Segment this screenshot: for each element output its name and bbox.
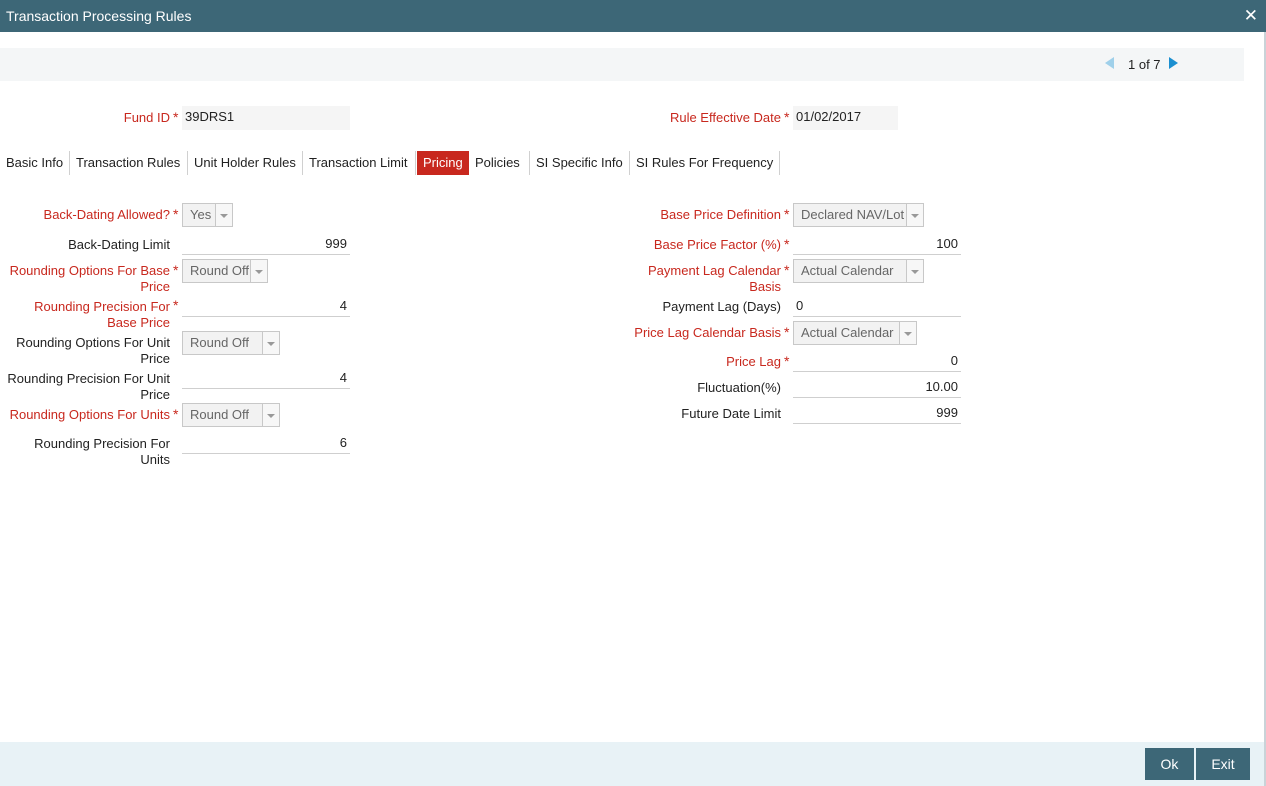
tab-unit-holder-rules[interactable]: Unit Holder Rules xyxy=(188,151,303,175)
rounding-options-units-label: Rounding Options For Units xyxy=(9,407,170,422)
chevron-down-icon[interactable] xyxy=(899,322,916,344)
required-marker: * xyxy=(173,406,179,422)
label-line: Rounding Options For Unit xyxy=(16,335,170,350)
select-value: Actual Calendar xyxy=(801,263,894,278)
footer-bar xyxy=(0,742,1264,786)
fluctuation-field[interactable]: 10.00 xyxy=(793,376,961,398)
rounding-precision-units-label: Rounding Precision For Units xyxy=(0,436,170,468)
payment-lag-calendar-basis-label: Payment Lag Calendar Basis xyxy=(560,263,781,295)
fund-id-field[interactable]: 39DRS1 xyxy=(182,106,350,130)
price-lag-calendar-basis-label: Price Lag Calendar Basis xyxy=(634,325,781,340)
required-marker: * xyxy=(784,236,790,252)
close-icon[interactable]: ✕ xyxy=(1244,6,1258,26)
required-marker: * xyxy=(173,109,179,125)
tab-transaction-limit[interactable]: Transaction Limit xyxy=(303,151,416,175)
fluctuation-label: Fluctuation(%) xyxy=(697,380,781,395)
select-value: Actual Calendar xyxy=(801,325,894,340)
required-marker: * xyxy=(173,206,179,222)
price-lag-label: Price Lag xyxy=(726,354,781,369)
base-price-factor-field[interactable]: 100 xyxy=(793,233,961,255)
base-price-factor-label: Base Price Factor (%) xyxy=(653,237,781,252)
rounding-options-base-price-select[interactable]: Round Off xyxy=(182,259,268,283)
rounding-precision-unit-price-field[interactable]: 4 xyxy=(182,367,350,389)
payment-lag-days-label: Payment Lag (Days) xyxy=(662,299,782,314)
tab-pricing[interactable]: Pricing xyxy=(417,151,469,175)
label-line: Price xyxy=(140,279,170,294)
rounding-options-unit-price-label: Rounding Options For Unit Price xyxy=(0,335,170,367)
price-lag-calendar-basis-select[interactable]: Actual Calendar xyxy=(793,321,917,345)
select-value: Round Off xyxy=(190,407,250,422)
label-line: Basis xyxy=(749,279,781,294)
chevron-down-icon[interactable] xyxy=(906,260,923,282)
required-marker: * xyxy=(784,324,790,340)
fund-id-label: Fund ID xyxy=(123,110,170,125)
record-pager: 1 of 7 xyxy=(0,48,1244,81)
tab-si-specific-info[interactable]: SI Specific Info xyxy=(530,151,630,175)
label-line: Rounding Options For Base xyxy=(9,263,170,278)
price-lag-field[interactable]: 0 xyxy=(793,350,961,372)
pager-text: 1 of 7 xyxy=(1128,57,1161,72)
back-dating-limit-field[interactable]: 999 xyxy=(182,233,350,255)
previous-record-icon[interactable] xyxy=(1105,57,1114,69)
label-line: Base Price xyxy=(107,315,170,330)
required-marker: * xyxy=(784,109,790,125)
required-marker: * xyxy=(784,262,790,278)
rounding-options-base-price-label: Rounding Options For Base Price xyxy=(0,263,170,295)
rounding-precision-unit-price-label: Rounding Precision For Unit Price xyxy=(0,371,170,403)
ok-button[interactable]: Ok xyxy=(1145,748,1194,780)
rule-effective-date-label: Rule Effective Date xyxy=(669,110,781,125)
required-marker: * xyxy=(173,262,179,278)
chevron-down-icon[interactable] xyxy=(262,404,279,426)
payment-lag-days-field[interactable]: 0 xyxy=(793,295,961,317)
select-value: Declared NAV/Lot xyxy=(801,207,905,222)
back-dating-allowed-select[interactable]: Yes xyxy=(182,203,233,227)
required-marker: * xyxy=(784,353,790,369)
chevron-down-icon[interactable] xyxy=(262,332,279,354)
chevron-down-icon[interactable] xyxy=(215,204,232,226)
label-line: Price xyxy=(140,351,170,366)
required-marker: * xyxy=(173,297,179,313)
chevron-down-icon[interactable] xyxy=(906,204,923,226)
rounding-precision-base-price-label: Rounding Precision For Base Price xyxy=(0,299,170,331)
chevron-down-icon[interactable] xyxy=(250,260,267,282)
label-line: Rounding Precision For xyxy=(34,299,170,314)
label-line: Rounding Precision For xyxy=(34,436,170,451)
base-price-definition-label: Base Price Definition xyxy=(660,207,781,222)
tab-si-rules-for-frequency[interactable]: SI Rules For Frequency xyxy=(630,151,780,175)
label-line: Price xyxy=(140,387,170,402)
tab-transaction-rules[interactable]: Transaction Rules xyxy=(70,151,188,175)
select-value: Yes xyxy=(190,207,212,222)
back-dating-allowed-label: Back-Dating Allowed? xyxy=(43,207,170,222)
label-line: Rounding Precision For Unit xyxy=(7,371,170,386)
payment-lag-calendar-basis-select[interactable]: Actual Calendar xyxy=(793,259,924,283)
back-dating-limit-label: Back-Dating Limit xyxy=(68,237,170,252)
base-price-definition-select[interactable]: Declared NAV/Lot xyxy=(793,203,924,227)
tab-basic-info[interactable]: Basic Info xyxy=(0,151,70,175)
window-title: Transaction Processing Rules xyxy=(6,8,192,24)
rounding-precision-units-field[interactable]: 6 xyxy=(182,432,350,454)
future-date-limit-label: Future Date Limit xyxy=(681,406,781,421)
tab-policies[interactable]: Policies xyxy=(469,151,530,175)
rounding-options-units-select[interactable]: Round Off xyxy=(182,403,280,427)
rule-effective-date-field[interactable]: 01/02/2017 xyxy=(793,106,898,130)
window-title-bar: Transaction Processing Rules ✕ xyxy=(0,0,1266,32)
rounding-options-unit-price-select[interactable]: Round Off xyxy=(182,331,280,355)
next-record-icon[interactable] xyxy=(1169,57,1178,69)
label-line: Units xyxy=(140,452,170,467)
select-value: Round Off xyxy=(190,335,250,350)
required-marker: * xyxy=(784,206,790,222)
rounding-precision-base-price-field[interactable]: 4 xyxy=(182,295,350,317)
exit-button[interactable]: Exit xyxy=(1196,748,1250,780)
label-line: Payment Lag Calendar xyxy=(648,263,781,278)
future-date-limit-field[interactable]: 999 xyxy=(793,402,961,424)
select-value: Round Off xyxy=(190,263,250,278)
